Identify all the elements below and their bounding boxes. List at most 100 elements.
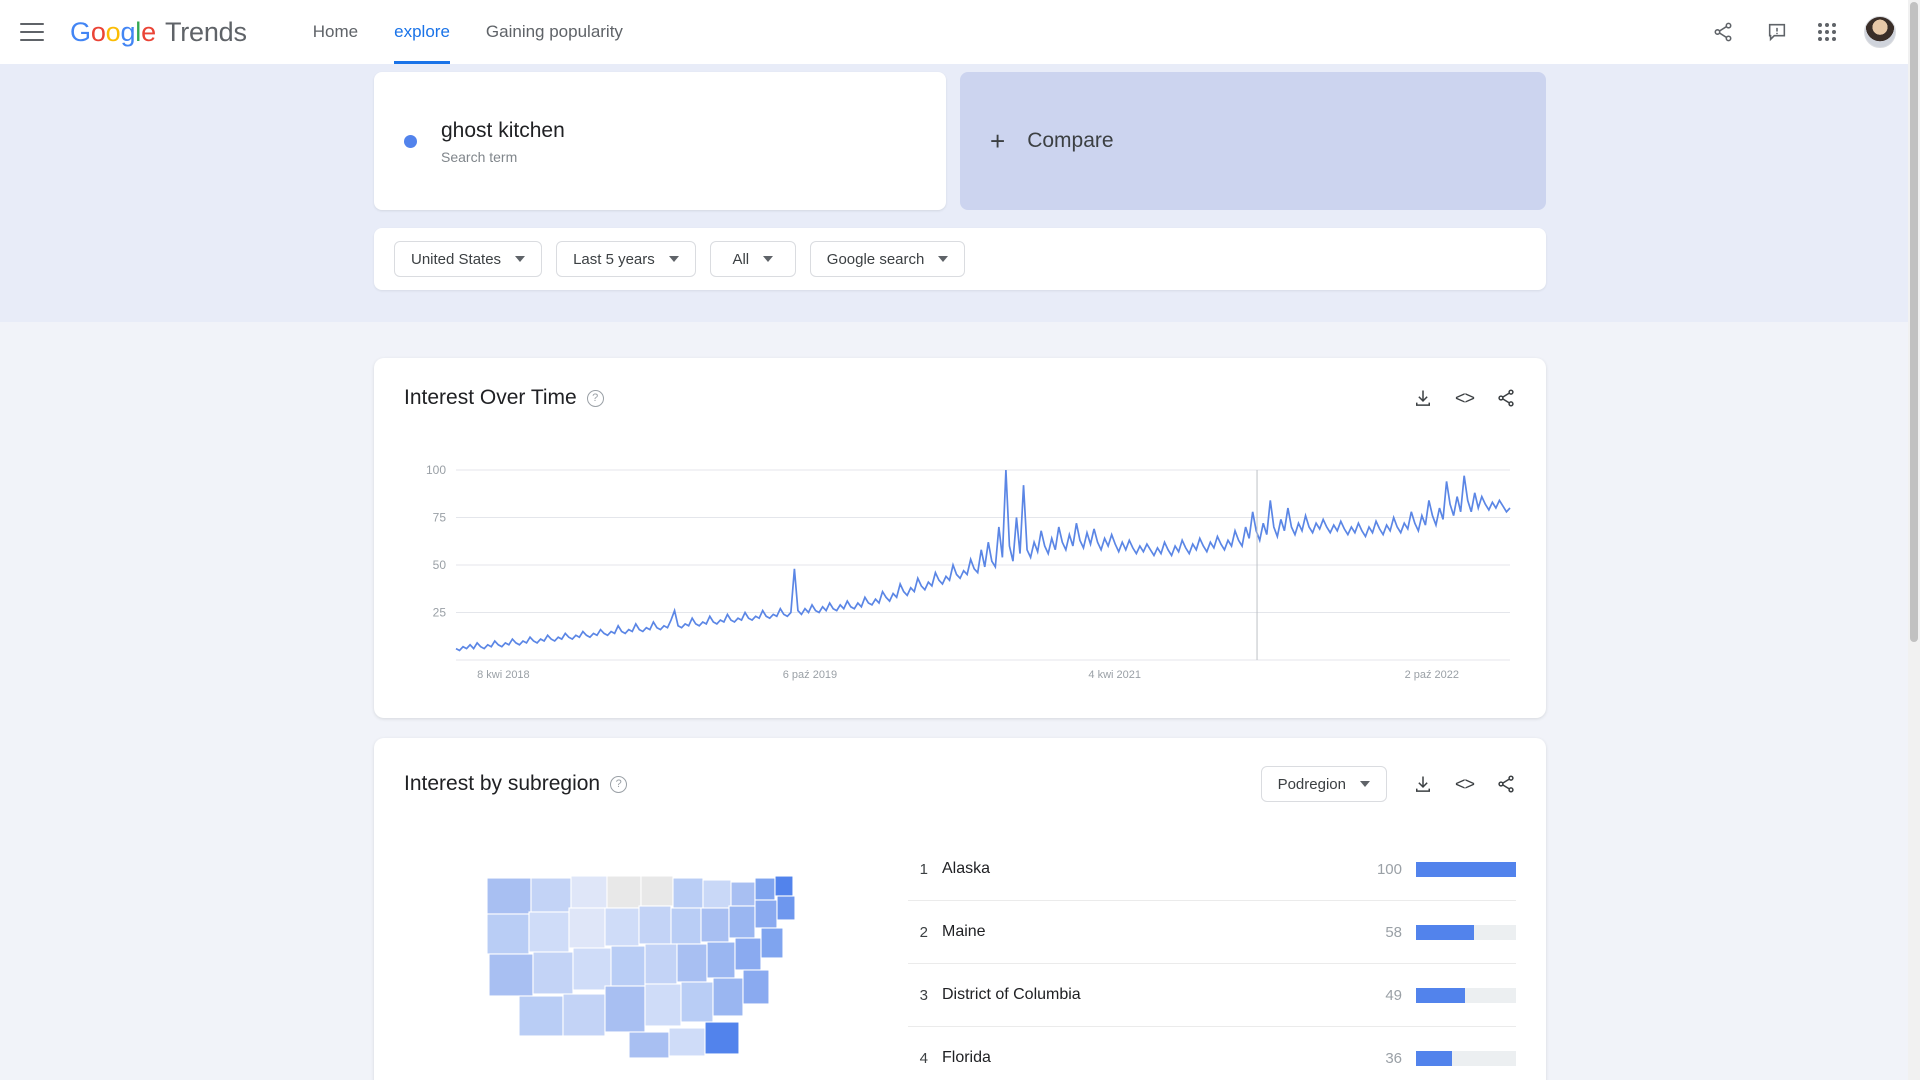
- region-value: 36: [1385, 1049, 1402, 1067]
- interest-over-time-card: Interest Over Time ? <> 100 75 50 25 8 k…: [374, 358, 1546, 718]
- svg-text:25: 25: [433, 606, 447, 620]
- card-actions: <>: [1413, 388, 1516, 409]
- subregion-level-dropdown[interactable]: Podregion: [1260, 766, 1387, 802]
- filter-time-range-label: Last 5 years: [573, 250, 655, 268]
- svg-text:6 paź 2019: 6 paź 2019: [783, 669, 837, 681]
- feedback-icon[interactable]: [1764, 19, 1790, 45]
- download-icon[interactable]: [1413, 388, 1433, 408]
- rank-number: 1: [919, 860, 928, 878]
- page-title: Interest Over Time: [404, 386, 577, 409]
- filter-search-type-label: Google search: [826, 250, 925, 268]
- subregion-level-label: Podregion: [1277, 775, 1346, 793]
- scrollbar-thumb[interactable]: [1910, 2, 1918, 642]
- filter-location-label: United States: [411, 250, 502, 268]
- plus-icon: +: [990, 126, 1006, 156]
- subregion-ranking-list: 1 Alaska 100 2 Maine 58 3 District of Co…: [908, 838, 1516, 1080]
- card-actions: Podregion <>: [1260, 766, 1516, 802]
- chevron-down-icon: [1359, 781, 1370, 787]
- region-value: 49: [1385, 986, 1402, 1004]
- table-row[interactable]: 3 District of Columbia 49: [908, 964, 1516, 1027]
- map-svg: [486, 875, 796, 1059]
- nav-item-home[interactable]: Home: [295, 0, 376, 64]
- subregion-title: Interest by subregion: [404, 772, 601, 795]
- search-term-card[interactable]: ghost kitchen Search term: [374, 72, 946, 210]
- subregion-body: 1 Alaska 100 2 Maine 58 3 District of Co…: [404, 838, 1516, 1080]
- chevron-down-icon: [938, 256, 949, 262]
- top-bar-actions: [1710, 16, 1896, 48]
- value-bar-track: [1416, 924, 1516, 940]
- embed-code-icon[interactable]: <>: [1455, 388, 1475, 409]
- avatar[interactable]: [1864, 16, 1896, 48]
- filter-bar: United States Last 5 years All Google se…: [374, 228, 1546, 290]
- page-scrollbar[interactable]: [1908, 0, 1920, 1080]
- download-icon[interactable]: [1413, 774, 1433, 794]
- svg-text:100: 100: [426, 463, 446, 477]
- series-color-dot: [404, 134, 417, 148]
- main-navigation: Home explore Gaining popularity: [295, 0, 641, 64]
- region-name: Florida: [942, 1049, 991, 1066]
- top-app-bar: Google Trends Home explore Gaining popul…: [0, 0, 1920, 64]
- interest-by-subregion-card: Interest by subregion ? Podregion <> 1 A…: [374, 738, 1546, 1080]
- value-bar-fill: [1416, 924, 1474, 940]
- filter-search-type[interactable]: Google search: [809, 241, 966, 277]
- value-bar-fill: [1416, 1050, 1452, 1066]
- rank-number: 3: [919, 986, 928, 1004]
- search-term-label: ghost kitchen: [441, 119, 565, 143]
- filter-location[interactable]: United States: [394, 241, 543, 277]
- us-choropleth-map[interactable]: [404, 838, 884, 1080]
- share-icon[interactable]: [1710, 19, 1736, 45]
- filter-category[interactable]: All: [709, 241, 796, 277]
- filter-time-range[interactable]: Last 5 years: [556, 241, 696, 277]
- card-header: Interest Over Time ? <>: [404, 386, 1516, 410]
- chevron-down-icon: [668, 256, 679, 262]
- card-header: Interest by subregion ? Podregion <>: [404, 766, 1516, 802]
- share-icon[interactable]: [1496, 774, 1516, 794]
- logo-letter: o: [90, 16, 106, 47]
- search-term-type: Search term: [441, 148, 518, 165]
- svg-text:75: 75: [433, 511, 447, 525]
- value-bar-track: [1416, 1050, 1516, 1066]
- compare-label: Compare: [1027, 129, 1114, 152]
- embed-code-icon[interactable]: <>: [1455, 774, 1475, 795]
- nav-item-explore[interactable]: explore: [376, 0, 468, 64]
- results-area: Interest Over Time ? <> 100 75 50 25 8 k…: [0, 322, 1920, 1080]
- svg-text:4 kwi 2021: 4 kwi 2021: [1088, 669, 1141, 681]
- logo-letter: o: [105, 16, 121, 47]
- logo-letter: g: [120, 16, 136, 47]
- brand-trends-label: Trends: [164, 16, 247, 47]
- rank-number: 2: [919, 923, 928, 941]
- value-bar-fill: [1416, 987, 1465, 1003]
- region-value: 58: [1385, 923, 1402, 941]
- svg-text:8 kwi 2018: 8 kwi 2018: [477, 669, 530, 681]
- svg-text:50: 50: [433, 558, 447, 572]
- region-name: Maine: [942, 923, 986, 940]
- apps-grid-icon[interactable]: [1818, 23, 1836, 41]
- filter-category-label: All: [732, 250, 750, 268]
- region-name: Alaska: [942, 860, 991, 877]
- interest-over-time-chart[interactable]: 100 75 50 25 8 kwi 2018 6 paź 2019 4 kwi 2021 2…: [404, 462, 1516, 692]
- help-icon[interactable]: ?: [610, 775, 628, 793]
- share-icon[interactable]: [1496, 388, 1516, 408]
- logo-letter: e: [141, 16, 156, 47]
- nav-item-gaining-popularity[interactable]: Gaining popularity: [468, 0, 641, 64]
- region-value: 100: [1376, 860, 1402, 878]
- google-trends-logo[interactable]: Google Trends: [70, 17, 247, 48]
- value-bar-track: [1416, 987, 1516, 1003]
- svg-text:2 paź 2022: 2 paź 2022: [1405, 669, 1459, 681]
- help-icon[interactable]: ?: [586, 389, 604, 407]
- table-row[interactable]: 2 Maine 58: [908, 901, 1516, 964]
- query-row: ghost kitchen Search term + Compare: [374, 72, 1546, 210]
- rank-number: 4: [919, 1049, 928, 1067]
- chevron-down-icon: [515, 256, 526, 262]
- value-bar-track: [1416, 861, 1516, 877]
- compare-button[interactable]: + Compare: [960, 72, 1546, 210]
- chevron-down-icon: [763, 256, 774, 262]
- hamburger-menu-icon[interactable]: [20, 23, 44, 41]
- line-chart-svg: 100 75 50 25 8 kwi 2018 6 paź 2019 4 kwi 2021 2…: [426, 463, 1511, 681]
- query-hero-section: ghost kitchen Search term + Compare Unit…: [0, 64, 1920, 322]
- table-row[interactable]: 4 Florida 36: [908, 1027, 1516, 1080]
- logo-letter: G: [70, 16, 91, 47]
- table-row[interactable]: 1 Alaska 100: [908, 838, 1516, 901]
- value-bar-fill: [1416, 861, 1516, 877]
- region-name: District of Columbia: [942, 986, 1081, 1003]
